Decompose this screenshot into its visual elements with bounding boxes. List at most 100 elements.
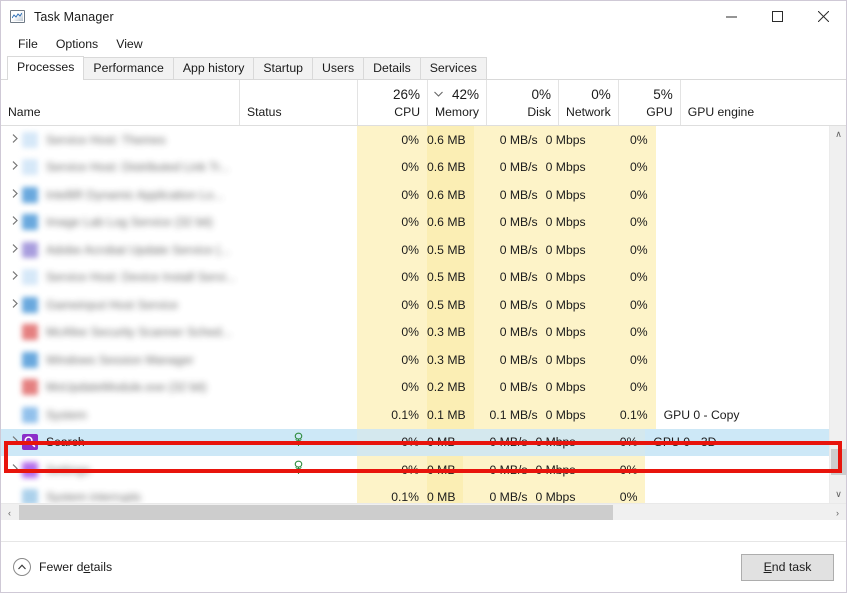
- scroll-down-icon[interactable]: ∨: [830, 486, 846, 503]
- chevron-right-icon[interactable]: [7, 133, 22, 146]
- tab-performance[interactable]: Performance: [83, 57, 174, 80]
- menu-item-file[interactable]: File: [9, 34, 47, 55]
- table-row[interactable]: McAfee Security Scanner Sched... 0% 0.3 MB…: [1, 318, 829, 347]
- table-row[interactable]: System 0.1% 0.1 MB 0.1 MB/s 0 Mbps 0.1% GPU 0 …: [1, 401, 829, 429]
- cell-gpu: 0%: [593, 208, 656, 236]
- table-row[interactable]: Windows Session Manager 0% 0.3 MB 0 MB/s 0 M…: [1, 346, 829, 374]
- process-icon: [22, 241, 38, 258]
- process-rows: Service Host: Themes 0% 0.6 MB 0 MB/s 0 Mbps…: [1, 126, 829, 503]
- chevron-right-icon[interactable]: [7, 161, 22, 173]
- column-header-gpu[interactable]: 5% GPU: [617, 80, 680, 125]
- column-header-status[interactable]: Status: [239, 80, 357, 125]
- menu-item-view[interactable]: View: [107, 34, 151, 55]
- chevron-right-icon[interactable]: [7, 271, 22, 283]
- title-bar: Task Manager: [1, 1, 846, 32]
- vertical-scroll-thumb[interactable]: [831, 449, 846, 475]
- process-name-cell[interactable]: Service Host: Device Install Servi...: [1, 264, 239, 292]
- table-row[interactable]: Image Lab Log Service (32 bit) 0% 0.6 MB 0 …: [1, 208, 829, 237]
- column-usage-gpu: 5%: [653, 87, 673, 102]
- table-row[interactable]: Gameinput Host Service 0% 0.5 MB 0 MB/s 0 Mb…: [1, 291, 829, 319]
- process-name-cell[interactable]: MoUpdateModule.exe (32 bit): [1, 374, 239, 402]
- cell-network: 0 Mbps: [545, 291, 594, 319]
- table-row[interactable]: Search 0% 0 MB 0 MB/s 0 Mbps 0% GPU 0 - 3D: [1, 428, 829, 457]
- chevron-right-icon[interactable]: [7, 463, 22, 476]
- process-name-label: Settings: [46, 462, 91, 477]
- cell-disk: 0 MB/s: [473, 318, 546, 346]
- tab-users[interactable]: Users: [312, 57, 365, 80]
- table-row[interactable]: System interrupts 0.1% 0 MB 0 MB/s 0 Mbps 0%: [1, 483, 829, 503]
- process-name-cell[interactable]: Windows Session Manager: [1, 346, 239, 374]
- column-header-disk[interactable]: 0% Disk: [486, 80, 558, 125]
- process-name-cell[interactable]: Gameinput Host Service: [1, 291, 239, 319]
- chevron-right-icon[interactable]: [7, 298, 22, 311]
- minimize-button[interactable]: [708, 1, 754, 32]
- tab-startup[interactable]: Startup: [253, 57, 313, 80]
- scroll-left-icon[interactable]: ‹: [1, 504, 18, 521]
- table-row[interactable]: Service Host: Device Install Servi... 0% 0…: [1, 263, 829, 292]
- end-task-button[interactable]: End task: [741, 553, 834, 581]
- menu-item-options[interactable]: Options: [47, 34, 107, 55]
- chevron-right-icon[interactable]: [7, 243, 22, 256]
- process-icon: [22, 131, 38, 148]
- process-name-label: System interrupts: [46, 490, 141, 503]
- cell-engine: [645, 456, 755, 484]
- table-row[interactable]: Settings 0% 0 MB 0 MB/s 0 Mbps 0%: [1, 456, 829, 484]
- table-row[interactable]: Service Host: Distributed Link Tr... 0% 0.…: [1, 153, 829, 182]
- status-cell: [239, 209, 357, 237]
- process-name-cell[interactable]: Service Host: Themes: [1, 126, 239, 154]
- process-icon: [22, 296, 38, 313]
- tab-services[interactable]: Services: [419, 57, 487, 80]
- process-name-cell[interactable]: Search: [1, 429, 239, 457]
- process-name-label: Adobe Acrobat Update Service (...: [46, 242, 231, 257]
- cell-memory: 0.6 MB: [427, 126, 474, 154]
- cell-cpu: 0%: [357, 263, 427, 291]
- column-header-name[interactable]: Name: [1, 80, 239, 125]
- tab-processes[interactable]: Processes: [7, 56, 85, 80]
- footer-bar: Fewer details End task: [1, 541, 846, 592]
- cell-memory: 0 MB: [427, 483, 464, 503]
- tab-details[interactable]: Details: [363, 57, 421, 80]
- process-name-cell[interactable]: System: [1, 401, 239, 429]
- table-row[interactable]: Service Host: Themes 0% 0.6 MB 0 MB/s 0 Mbps…: [1, 126, 829, 154]
- process-name-label: Gameinput Host Service: [46, 297, 179, 312]
- cell-disk: 0 MB/s: [473, 263, 546, 291]
- table-row[interactable]: Adobe Acrobat Update Service (... 0% 0.5 M…: [1, 236, 829, 264]
- process-name-cell[interactable]: Service Host: Distributed Link Tr...: [1, 154, 239, 182]
- cell-disk: 0 MB/s: [463, 483, 536, 503]
- process-name-label: Service Host: Themes: [46, 132, 166, 147]
- scroll-right-icon[interactable]: ›: [829, 504, 846, 521]
- status-cell: [239, 346, 357, 374]
- chevron-right-icon[interactable]: [7, 216, 22, 228]
- cell-gpu: 0%: [593, 153, 656, 181]
- process-name-cell[interactable]: Image Lab Log Service (32 bit): [1, 209, 239, 237]
- maximize-button[interactable]: [754, 1, 800, 32]
- column-header-cpu[interactable]: 26% CPU: [357, 80, 427, 125]
- horizontal-scrollbar[interactable]: ‹ ›: [1, 503, 846, 520]
- horizontal-scroll-thumb[interactable]: [19, 505, 613, 520]
- column-header-memory[interactable]: 42% Memory: [427, 80, 486, 125]
- process-name-cell[interactable]: IntelliR Dynamic Application Lo...: [1, 181, 239, 209]
- cell-cpu: 0%: [357, 236, 427, 264]
- cell-engine: GPU 0 - Copy: [663, 407, 740, 422]
- window-title: Task Manager: [34, 9, 114, 24]
- end-task-label: End task: [763, 560, 812, 574]
- chevron-right-icon[interactable]: [7, 436, 22, 448]
- table-row[interactable]: IntelliR Dynamic Application Lo... 0% 0.6 …: [1, 181, 829, 209]
- process-name-cell[interactable]: Settings: [1, 456, 239, 484]
- fewer-details-button[interactable]: Fewer details: [13, 558, 112, 576]
- close-button[interactable]: [800, 1, 846, 32]
- tab-app-history[interactable]: App history: [172, 57, 255, 80]
- process-name-cell[interactable]: Adobe Acrobat Update Service (...: [1, 236, 239, 264]
- chevron-right-icon[interactable]: [7, 188, 22, 201]
- cell-engine: GPU 0 - 3D: [653, 435, 717, 450]
- cell-memory: 0.3 MB: [427, 346, 474, 374]
- column-header-engine[interactable]: GPU engine: [679, 80, 790, 125]
- table-row[interactable]: MoUpdateModule.exe (32 bit) 0% 0.2 MB 0 MB/…: [1, 373, 829, 402]
- cell-network: 0 Mbps: [545, 263, 594, 291]
- process-name-cell[interactable]: McAfee Security Scanner Sched...: [1, 319, 239, 347]
- column-header-network[interactable]: 0% Network: [558, 80, 618, 125]
- scroll-up-icon[interactable]: ∧: [830, 126, 846, 143]
- process-name-cell[interactable]: System interrupts: [1, 484, 239, 503]
- cell-memory: 0.5 MB: [427, 291, 474, 319]
- vertical-scrollbar[interactable]: ∧ ∨: [829, 126, 846, 503]
